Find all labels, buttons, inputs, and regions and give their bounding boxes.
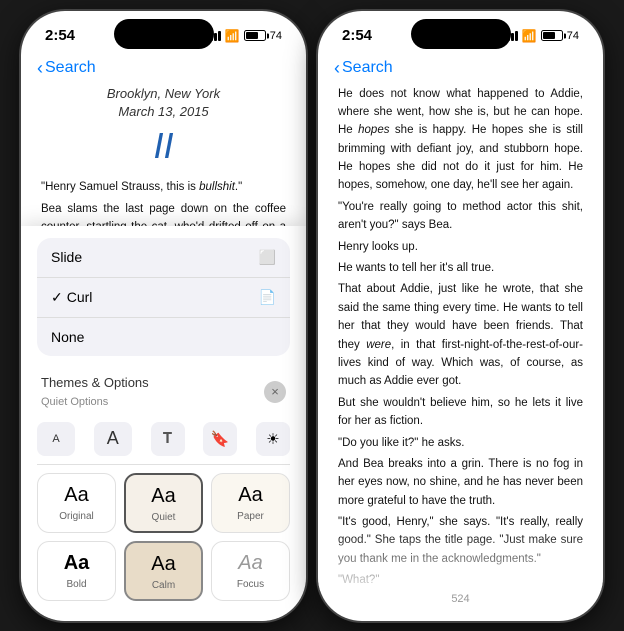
theme-original-aa: Aa [64, 484, 88, 507]
dynamic-island [114, 19, 214, 49]
theme-grid: Aa Original Aa Quiet Aa Paper Aa Bold Aa [37, 473, 290, 601]
theme-paper-label: Paper [237, 511, 264, 522]
back-button-left[interactable]: ‹ Search [37, 59, 96, 77]
faded-bottom [318, 531, 603, 591]
left-phone: 2:54 📶 74 ‹ Search [21, 11, 306, 621]
nav-bar-left: ‹ Search [21, 55, 306, 85]
book-text-right: He does not know what happened to Addie,… [338, 85, 583, 585]
theme-bold-label: Bold [66, 579, 86, 590]
book-header: Brooklyn, New YorkMarch 13, 2015 II [41, 85, 286, 167]
theme-original-label: Original [59, 511, 93, 522]
menu-item-right-slide: ⬜ [259, 249, 276, 266]
theme-quiet-card[interactable]: Aa Quiet [124, 473, 203, 533]
battery-label-right: 74 [567, 30, 579, 42]
theme-quiet-aa: Aa [151, 485, 175, 508]
battery-icon [244, 30, 266, 41]
back-label-left: Search [45, 59, 96, 77]
nav-bar-right: ‹ Search [318, 55, 603, 85]
menu-item-slide[interactable]: Slide ⬜ [37, 238, 290, 278]
book-content-right: He does not know what happened to Addie,… [318, 85, 603, 585]
font-decrease-button[interactable]: A [37, 422, 75, 456]
theme-calm-aa: Aa [151, 553, 175, 576]
right-phone: 2:54 📶 74 ‹ Search [318, 11, 603, 621]
chevron-left-icon-right: ‹ [334, 59, 340, 77]
themes-quiet-label: Themes & Options Quiet Options [41, 374, 149, 410]
theme-bold-card[interactable]: Aa Bold [37, 541, 116, 601]
wifi-icon-right: 📶 [522, 29, 537, 43]
theme-focus-aa: Aa [238, 552, 262, 575]
font-increase-button[interactable]: A [94, 422, 132, 456]
themes-header-row: Themes & Options Quiet Options × [37, 366, 290, 416]
menu-slide-label: Slide [51, 249, 82, 265]
rp-8: And Bea breaks into a grin. There is no … [338, 455, 583, 510]
time-left: 2:54 [45, 27, 75, 44]
page-number: 524 [318, 587, 603, 611]
menu-curl-label: Curl [67, 289, 259, 305]
book-location: Brooklyn, New YorkMarch 13, 2015 [41, 85, 286, 121]
scroll-icon: ⬜ [259, 249, 276, 266]
theme-focus-label: Focus [237, 579, 264, 590]
chapter-number: II [41, 125, 286, 167]
theme-bold-aa: Aa [64, 552, 90, 575]
back-button-right[interactable]: ‹ Search [334, 59, 393, 77]
theme-original-card[interactable]: Aa Original [37, 473, 116, 533]
close-button[interactable]: × [264, 381, 286, 403]
theme-calm-label: Calm [152, 580, 175, 591]
menu-none-label: None [51, 329, 84, 345]
rp-3: Henry looks up. [338, 238, 583, 256]
brightness-button[interactable]: ☀ [256, 422, 290, 456]
para-1: "Henry Samuel Strauss, this is bullshit.… [41, 179, 286, 197]
menu-popup: Slide ⬜ ✓ Curl 📄 None [37, 238, 290, 356]
phones-container: 2:54 📶 74 ‹ Search [21, 11, 603, 621]
page-curl-icon: 📄 [259, 289, 276, 306]
time-right: 2:54 [342, 27, 372, 44]
menu-item-curl[interactable]: ✓ Curl 📄 [37, 278, 290, 318]
wifi-icon: 📶 [225, 29, 240, 43]
theme-calm-card[interactable]: Aa Calm [124, 541, 203, 601]
font-row: A A 𝐓 🔖 ☀ [37, 416, 290, 465]
theme-paper-aa: Aa [238, 484, 262, 507]
font-style-button[interactable]: 𝐓 [151, 422, 185, 456]
battery-label: 74 [270, 30, 282, 42]
rp-6: But she wouldn't believe him, so he lets… [338, 394, 583, 431]
battery-icon-right [541, 30, 563, 41]
chevron-left-icon: ‹ [37, 59, 43, 77]
rp-1: He does not know what happened to Addie,… [338, 85, 583, 195]
dynamic-island-right [411, 19, 511, 49]
toolbar-overlay: Slide ⬜ ✓ Curl 📄 None [21, 226, 306, 621]
menu-item-none[interactable]: None [37, 318, 290, 356]
rp-7: "Do you like it?" he asks. [338, 434, 583, 452]
rp-5: That about Addie, just like he wrote, th… [338, 280, 583, 390]
menu-item-right-curl: 📄 [259, 289, 276, 306]
check-icon-curl: ✓ [51, 289, 63, 306]
status-icons-right: 📶 74 [503, 29, 579, 43]
rp-4: He wants to tell her it's all true. [338, 259, 583, 277]
theme-quiet-label: Quiet [152, 512, 176, 523]
back-label-right: Search [342, 59, 393, 77]
status-icons-left: 📶 74 [206, 29, 282, 43]
theme-paper-card[interactable]: Aa Paper [211, 473, 290, 533]
bookmark-button[interactable]: 🔖 [203, 422, 237, 456]
rp-2: "You're really going to method actor thi… [338, 198, 583, 235]
quiet-options-label: Quiet Options [41, 396, 108, 408]
theme-focus-card[interactable]: Aa Focus [211, 541, 290, 601]
themes-label: Themes & Options [41, 375, 149, 390]
